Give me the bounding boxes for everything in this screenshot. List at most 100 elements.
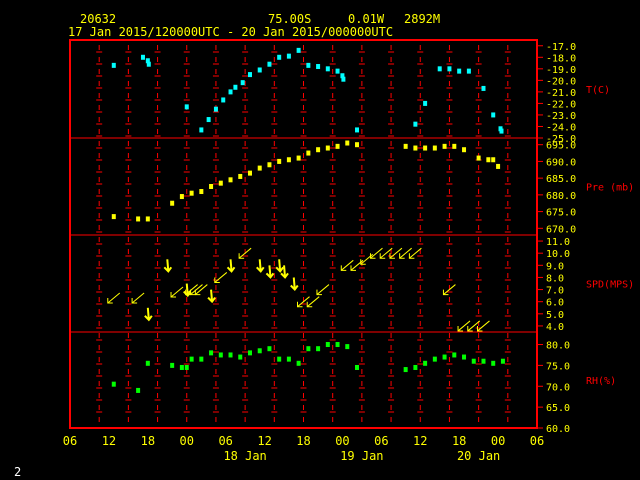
y-tick-label: -17.0 (546, 42, 576, 53)
temperature-point (306, 62, 311, 68)
temperature-point (228, 89, 233, 95)
wind-arrow (408, 247, 422, 259)
pressure-axis-label: Pre (mb) (586, 183, 634, 194)
y-tick-label: 60.0 (546, 424, 570, 435)
y-tick-label: 5.0 (546, 310, 564, 321)
humidity-point (306, 346, 311, 352)
pressure-point (432, 145, 437, 151)
wind-arrow-shaft (306, 296, 320, 308)
y-tick-label: 8.0 (546, 273, 564, 284)
pressure-point (286, 157, 291, 163)
x-day-label: 18 Jan (223, 449, 266, 463)
pressure-point (423, 145, 428, 151)
x-tick-label: 06 (63, 434, 77, 448)
wind-axis-label: SPD(MPS) (586, 280, 634, 291)
wind-arrow-shaft (214, 272, 228, 283)
humidity-point (238, 354, 243, 360)
wind-arrow-shaft (477, 320, 490, 332)
temperature-point (466, 68, 471, 74)
humidity-point (500, 358, 505, 364)
wind-arrow (275, 259, 284, 273)
y-tick-label: 80.0 (546, 341, 570, 352)
x-tick-label: 18 (141, 434, 155, 448)
x-tick-label: 00 (180, 434, 194, 448)
pressure-point (257, 165, 262, 171)
humidity-point (491, 360, 496, 366)
x-tick-label: 06 (530, 434, 544, 448)
temperature-point (146, 61, 151, 67)
pressure-point (179, 194, 184, 200)
pressure-point (136, 216, 141, 222)
y-tick-label: -19.0 (546, 65, 576, 76)
wind-arrow (144, 307, 153, 322)
wind-arrow-shaft (316, 284, 330, 295)
x-tick-label: 12 (102, 434, 116, 448)
temperature-point (184, 104, 189, 110)
temperature-point (413, 121, 418, 127)
temperature-axis-label: T(C) (586, 85, 610, 96)
wind-arrow (256, 259, 265, 273)
humidity-point (335, 342, 340, 348)
temperature-point (277, 54, 282, 60)
temperature-point (437, 66, 442, 72)
pressure-point (209, 184, 214, 189)
wind-arrow (226, 259, 236, 273)
y-tick-label: 680.0 (546, 191, 576, 202)
temperature-point (240, 80, 245, 86)
wind-arrow (476, 320, 490, 332)
temperature-point (341, 76, 346, 82)
temperature-point (286, 53, 291, 59)
pressure-point (476, 155, 481, 161)
wind-arrow (316, 284, 330, 296)
humidity-point (218, 352, 223, 358)
temperature-point (491, 112, 496, 118)
humidity-point (267, 346, 272, 352)
humidity-point (345, 344, 350, 350)
temperature-point (257, 67, 262, 73)
temperature-point (423, 100, 428, 106)
temperature-point (481, 85, 486, 91)
pressure-point (189, 190, 194, 196)
pressure-point (452, 143, 457, 149)
temperature-point (335, 68, 340, 74)
pressure-point (316, 147, 321, 153)
wind-arrow (214, 272, 228, 283)
temperature-point (296, 47, 301, 53)
temperature-point (111, 62, 116, 68)
wind-arrow-shaft (170, 286, 184, 298)
wind-arrow (306, 296, 320, 308)
humidity-point (179, 364, 184, 370)
wind-arrow (170, 286, 184, 298)
humidity-point (228, 352, 233, 358)
humidity-point (462, 354, 467, 360)
pressure-point (462, 147, 467, 153)
temperature-point (221, 97, 226, 103)
y-tick-label: -18.0 (546, 53, 576, 64)
pressure-point (306, 150, 311, 156)
wind-arrow (207, 289, 216, 304)
wind-arrow-shaft (131, 292, 145, 304)
pressure-point (355, 142, 360, 148)
temperature-point (316, 64, 321, 70)
x-day-label: 19 Jan (340, 449, 383, 463)
humidity-point (170, 362, 175, 368)
pressure-point (325, 145, 330, 151)
y-tick-label: 11.0 (546, 237, 570, 248)
x-tick-label: 00 (335, 434, 349, 448)
pressure-point (491, 157, 496, 163)
pressure-point (296, 155, 301, 161)
wind-arrow-shaft (409, 247, 422, 259)
temperature-point (447, 66, 452, 72)
humidity-point (325, 342, 330, 348)
y-tick-label: -24.0 (546, 122, 576, 133)
y-tick-label: -23.0 (546, 111, 576, 122)
pressure-point (247, 170, 252, 176)
humidity-point (286, 356, 291, 362)
temperature-point (247, 72, 252, 78)
x-tick-label: 12 (257, 434, 271, 448)
humidity-point (471, 358, 476, 364)
meteogram: 06 12 18 00 06 12 18 00 06 12 18 00 0618 Jan 19 Jan 20… (63, 39, 634, 463)
humidity-point (355, 364, 360, 370)
pressure-point (218, 180, 223, 186)
temperature-point (325, 66, 330, 72)
